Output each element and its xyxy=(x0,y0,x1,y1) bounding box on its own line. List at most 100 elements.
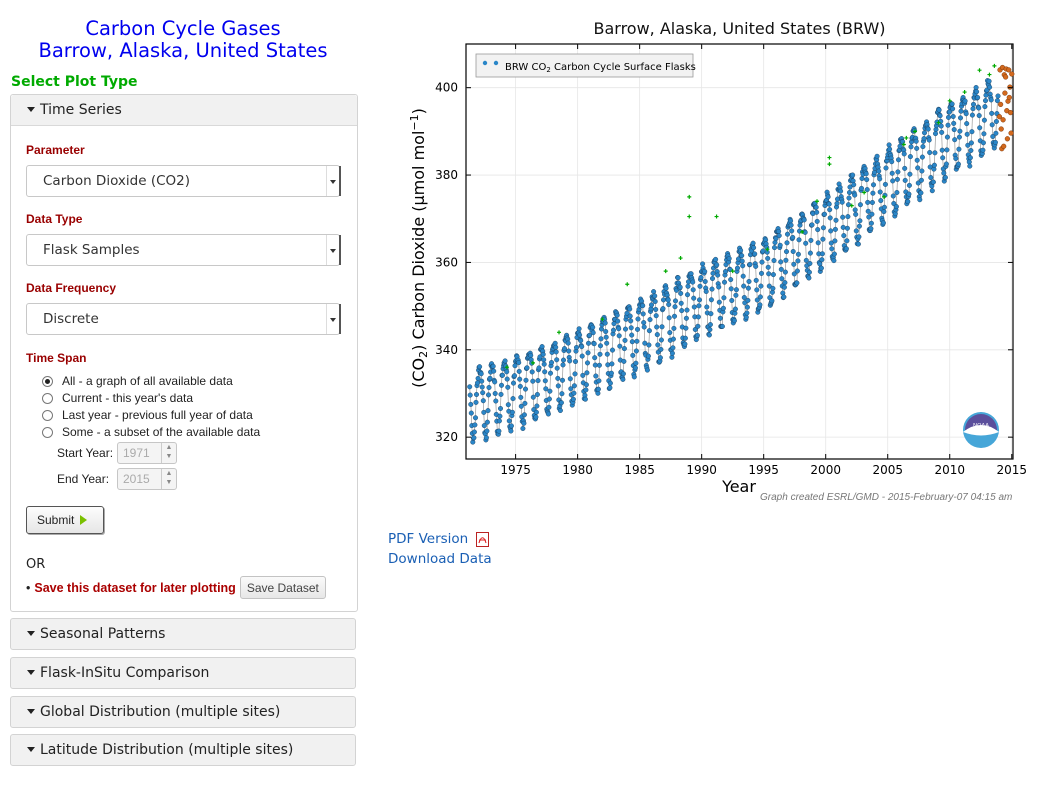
flask-point xyxy=(838,188,844,194)
flask-point xyxy=(496,418,502,424)
radio-icon[interactable] xyxy=(42,409,53,421)
flask-point xyxy=(733,292,739,298)
recent-point xyxy=(1008,130,1014,136)
flask-point xyxy=(905,199,911,205)
flask-point xyxy=(777,242,783,248)
time-series-panel-header[interactable]: Time Series xyxy=(11,95,357,126)
flask-point xyxy=(481,409,487,415)
data-frequency-select[interactable]: Discrete xyxy=(26,303,341,335)
flask-point xyxy=(785,231,791,237)
time-span-option-current[interactable]: Current - this year's data xyxy=(42,391,193,405)
start-year-input[interactable]: 1971 ▲ ▼ xyxy=(117,442,177,464)
flask-point xyxy=(797,228,803,234)
seasonal-patterns-panel[interactable]: Seasonal Patterns xyxy=(10,618,356,650)
flask-point xyxy=(548,360,554,366)
flask-point xyxy=(796,237,802,243)
time-span-option-all[interactable]: All - a graph of all available data xyxy=(42,374,233,388)
time-span-option-some[interactable]: Some - a subset of the available data xyxy=(42,425,260,439)
flask-point xyxy=(894,176,900,182)
flask-point xyxy=(634,338,640,344)
flask-point xyxy=(770,285,776,291)
flask-point xyxy=(976,105,982,111)
caret-down-icon xyxy=(27,106,35,112)
flask-point xyxy=(851,182,857,188)
flask-point xyxy=(871,182,877,188)
flask-point xyxy=(759,259,765,265)
flask-point xyxy=(546,396,552,402)
page-title: Carbon Cycle Gases Barrow, Alaska, Unite… xyxy=(0,18,366,62)
submit-button[interactable]: Submit xyxy=(26,506,104,534)
flask-point xyxy=(981,117,987,123)
flask-point xyxy=(808,237,814,243)
flask-point xyxy=(868,220,874,226)
recent-point xyxy=(1002,90,1008,96)
select-plot-type-heading: Select Plot Type xyxy=(11,74,138,90)
flask-point xyxy=(807,260,813,266)
flask-point xyxy=(806,269,812,275)
flask-point xyxy=(964,121,970,127)
flask-point xyxy=(654,324,660,330)
flask-point xyxy=(508,428,514,434)
flask-point xyxy=(597,351,603,357)
radio-checked-icon[interactable] xyxy=(42,375,53,387)
flask-point xyxy=(950,106,956,112)
flask-point xyxy=(677,284,683,290)
flask-point xyxy=(497,413,503,419)
flask-point xyxy=(753,263,759,269)
flask-point xyxy=(468,410,474,416)
flask-point xyxy=(740,273,746,279)
flask-point xyxy=(547,388,553,394)
flask-point xyxy=(617,343,623,349)
pdf-version-link[interactable]: PDF Version xyxy=(388,531,489,547)
flask-point xyxy=(698,274,704,280)
flask-point xyxy=(536,365,542,371)
data-type-select-value: Flask Samples xyxy=(43,242,140,258)
flask-point xyxy=(874,153,880,159)
download-data-link[interactable]: Download Data xyxy=(388,551,492,567)
time-span-option-last-year[interactable]: Last year - previous full year of data xyxy=(42,408,253,422)
recent-point xyxy=(1007,109,1014,116)
flask-point xyxy=(831,258,837,264)
flask-point xyxy=(739,253,745,259)
flask-point xyxy=(471,435,477,441)
parameter-select[interactable]: Carbon Dioxide (CO2) xyxy=(26,165,341,197)
end-year-input[interactable]: 2015 ▲ ▼ xyxy=(117,468,177,490)
flask-point xyxy=(467,392,473,398)
flask-point xyxy=(603,329,609,335)
spinner-icon[interactable]: ▲ ▼ xyxy=(161,469,176,489)
flask-point xyxy=(865,199,871,205)
flask-point xyxy=(743,314,749,320)
select-arrow-icon xyxy=(326,166,339,196)
flask-point xyxy=(995,93,1001,99)
flask-point xyxy=(707,327,713,333)
flask-point xyxy=(542,378,548,384)
flask-point xyxy=(648,302,654,308)
flask-point xyxy=(941,170,947,176)
flask-point xyxy=(956,146,962,152)
flask-insitu-panel[interactable]: Flask-InSitu Comparison xyxy=(10,657,356,689)
flask-point xyxy=(853,228,859,234)
save-dataset-button[interactable]: Save Dataset xyxy=(239,576,326,599)
flask-point xyxy=(970,106,976,112)
latitude-distribution-panel[interactable]: Latitude Distribution (multiple sites) xyxy=(10,734,356,766)
start-year-label: Start Year: xyxy=(57,446,114,460)
flask-point xyxy=(640,311,646,317)
radio-icon[interactable] xyxy=(42,426,53,438)
chart-title: Barrow, Alaska, United States (BRW) xyxy=(593,19,886,38)
flask-point xyxy=(747,261,753,267)
global-distribution-panel[interactable]: Global Distribution (multiple sites) xyxy=(10,696,356,728)
flask-point xyxy=(572,359,578,365)
radio-icon[interactable] xyxy=(42,392,53,404)
flask-point xyxy=(579,344,585,350)
flask-point xyxy=(988,97,994,103)
flask-point xyxy=(778,259,784,265)
data-type-select[interactable]: Flask Samples xyxy=(26,234,341,266)
flask-point xyxy=(840,224,846,230)
flask-point xyxy=(714,262,720,268)
spinner-icon[interactable]: ▲ ▼ xyxy=(161,443,176,463)
flask-point xyxy=(490,363,496,369)
flask-point xyxy=(920,144,926,150)
flask-point xyxy=(485,392,491,398)
flask-point xyxy=(986,78,992,84)
x-tick-label: 2005 xyxy=(872,463,903,477)
